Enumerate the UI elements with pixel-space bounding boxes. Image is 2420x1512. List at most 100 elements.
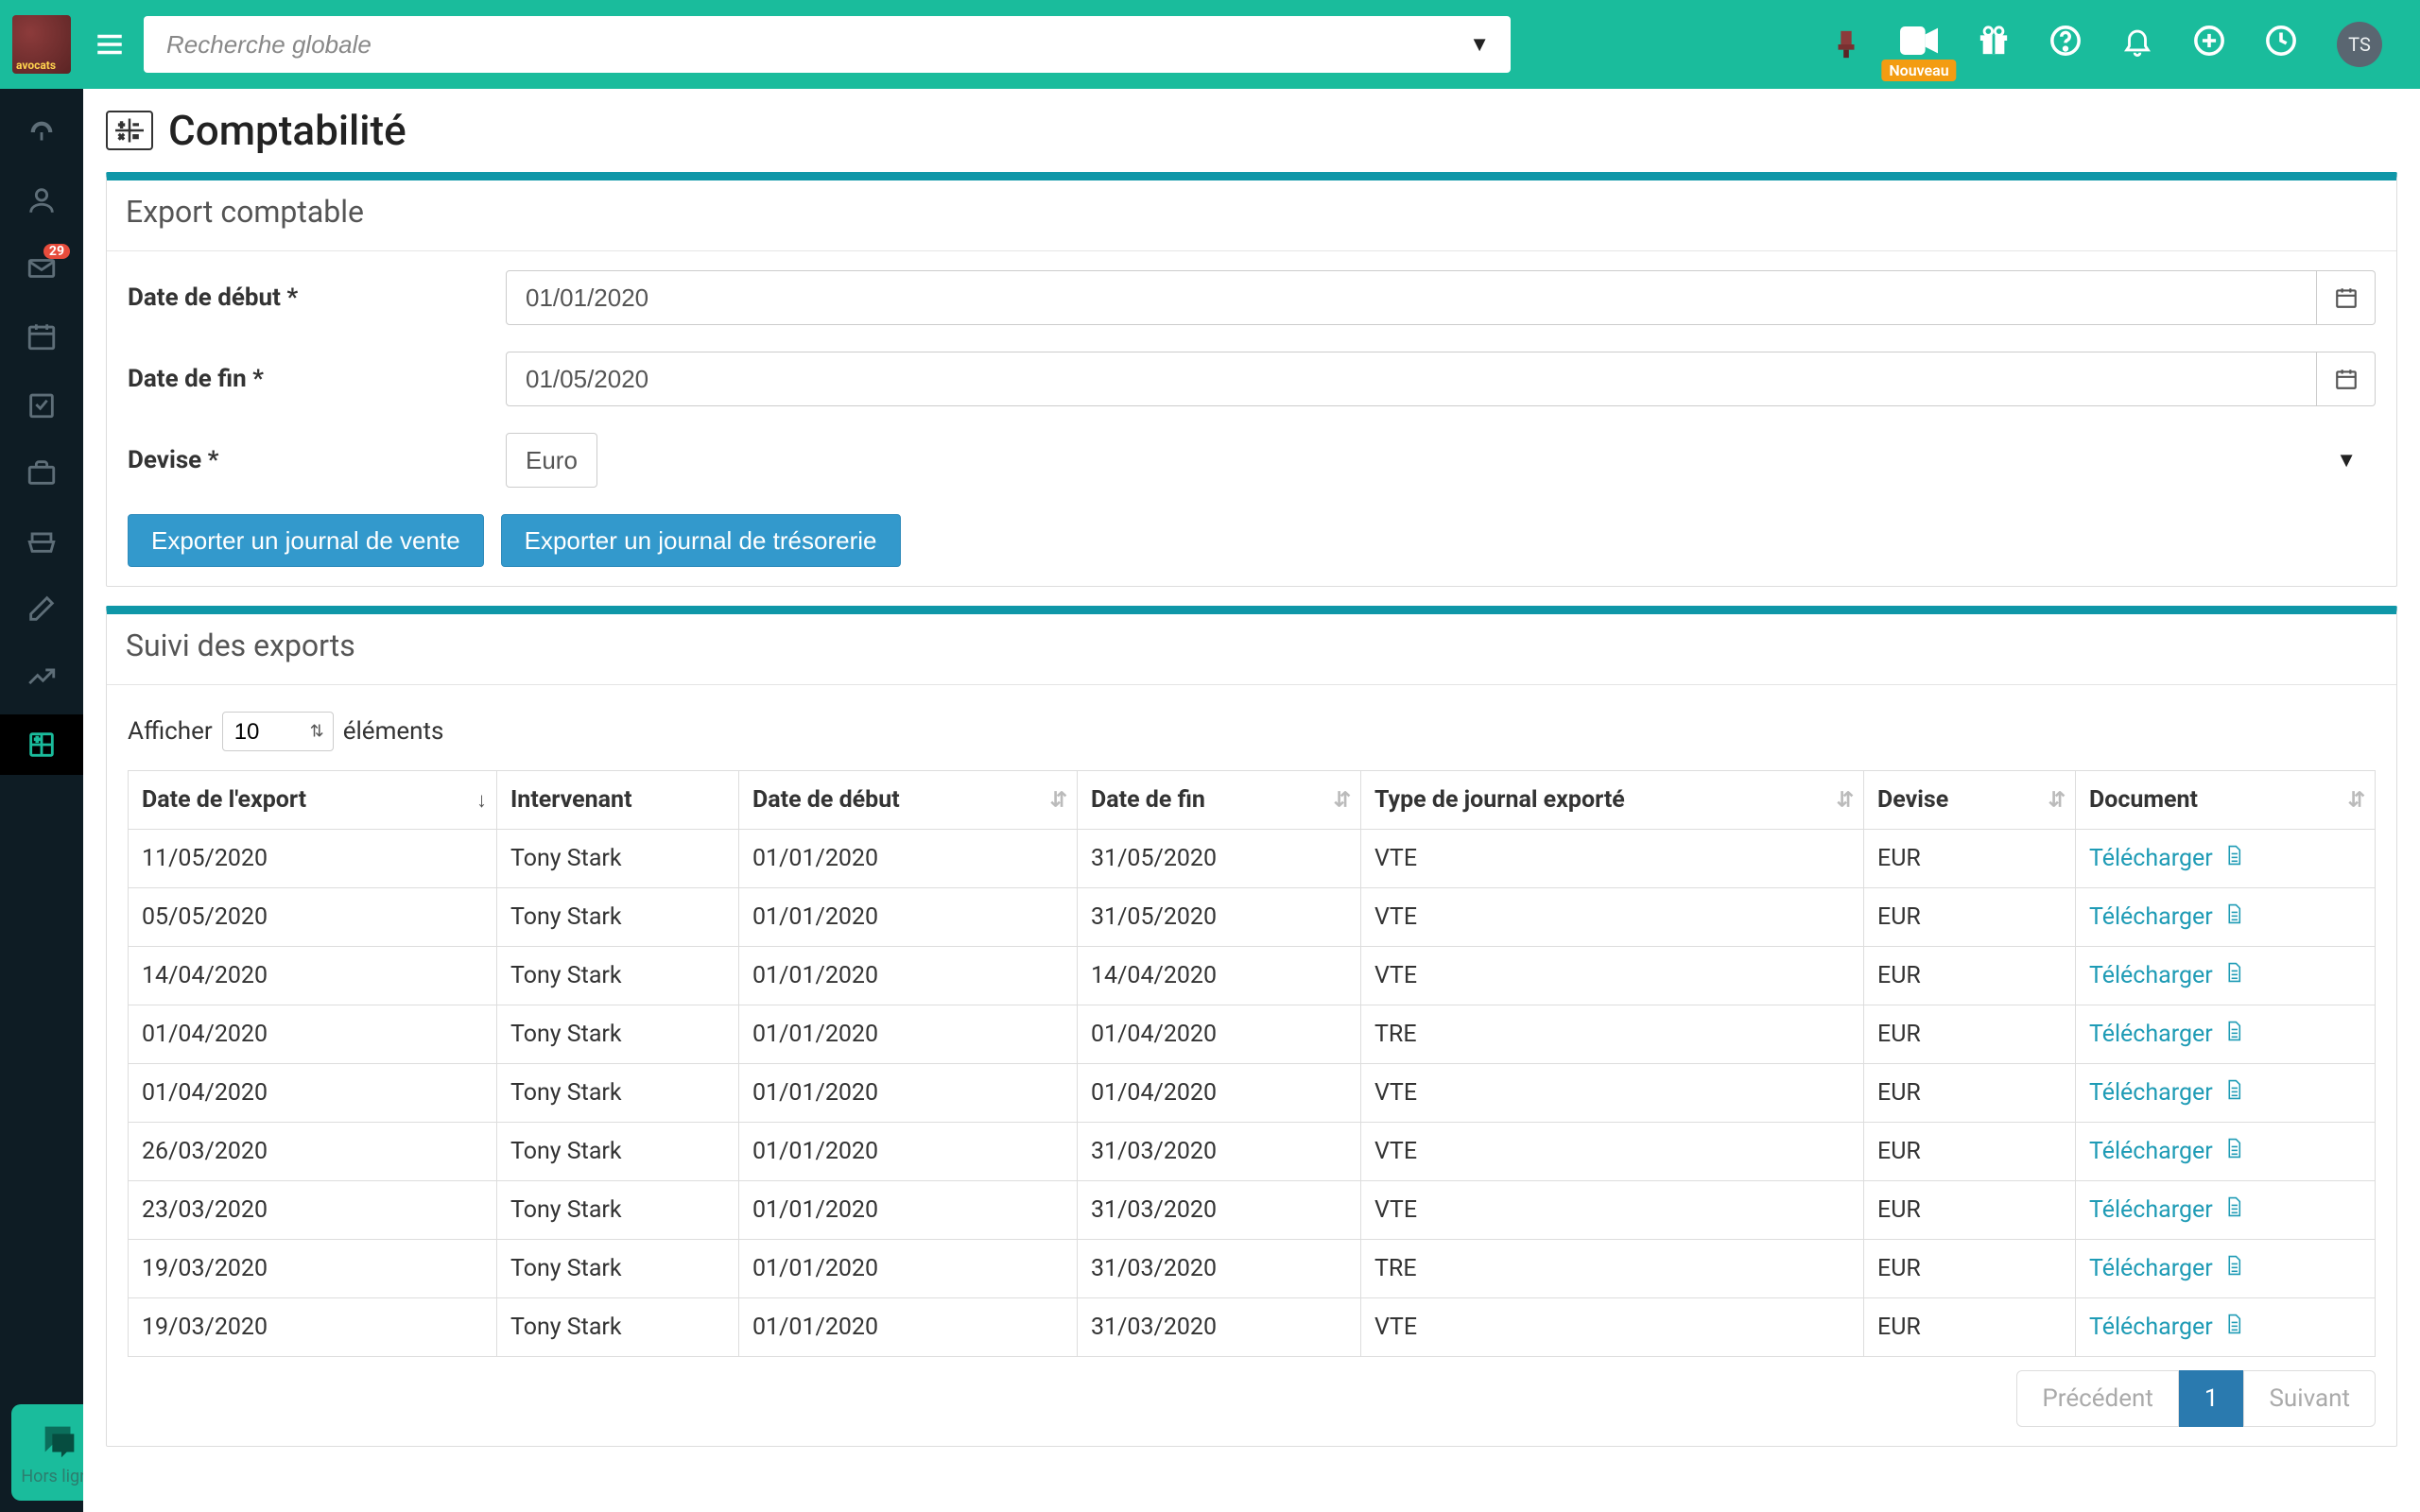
cell-start: 01/01/2020 [739,947,1078,1005]
header-actions: Nouveau TS [1511,22,2420,67]
global-search: ▼ [144,16,1511,73]
col-start[interactable]: Date de début⇵ [739,771,1078,830]
cell-end: 31/05/2020 [1078,830,1361,888]
download-link[interactable]: Télécharger [2089,1196,2243,1224]
app-logo[interactable] [0,0,83,89]
col-intervenant[interactable]: Intervenant [497,771,739,830]
history-icon[interactable] [2265,25,2297,65]
cell-document: Télécharger [2076,1298,2376,1357]
export-panel-title: Export comptable [126,194,2377,230]
cell-end: 01/04/2020 [1078,1064,1361,1123]
nav-mail[interactable]: 29 [0,238,83,299]
cell-document: Télécharger [2076,947,2376,1005]
nav-clients[interactable] [0,170,83,231]
cell-type: VTE [1361,1298,1864,1357]
gift-icon[interactable] [1978,25,2010,65]
cell-intervenant: Tony Stark [497,947,739,1005]
col-currency[interactable]: Devise⇵ [1864,771,2076,830]
cell-intervenant: Tony Stark [497,1298,739,1357]
download-link[interactable]: Télécharger [2089,1021,2243,1048]
start-date-picker-button[interactable] [2317,270,2376,325]
user-avatar[interactable]: TS [2337,22,2382,67]
download-link[interactable]: Télécharger [2089,1138,2243,1165]
cell-start: 01/01/2020 [739,888,1078,947]
cell-document: Télécharger [2076,888,2376,947]
cell-type: VTE [1361,1123,1864,1181]
cell-document: Télécharger [2076,1005,2376,1064]
download-link[interactable]: Télécharger [2089,903,2243,931]
add-icon[interactable] [2193,25,2225,65]
cell-type: TRE [1361,1240,1864,1298]
cell-type: TRE [1361,1005,1864,1064]
bell-icon[interactable] [2121,25,2153,65]
cell-end: 31/03/2020 [1078,1298,1361,1357]
file-icon [2224,1255,2243,1282]
cell-export_date: 05/05/2020 [129,888,497,947]
end-date-picker-button[interactable] [2317,352,2376,406]
cell-intervenant: Tony Stark [497,1005,739,1064]
download-link[interactable]: Télécharger [2089,962,2243,989]
nav-reports[interactable] [0,646,83,707]
table-row: 26/03/2020Tony Stark01/01/202031/03/2020… [129,1123,2376,1181]
download-link[interactable]: Télécharger [2089,1314,2243,1341]
export-panel: Export comptable Date de début * Date de… [106,172,2397,587]
cell-end: 31/03/2020 [1078,1123,1361,1181]
nav-briefcase[interactable] [0,442,83,503]
video-icon[interactable]: Nouveau [1900,26,1938,63]
table-row: 19/03/2020Tony Stark01/01/202031/03/2020… [129,1240,2376,1298]
cell-export_date: 19/03/2020 [129,1298,497,1357]
cell-document: Télécharger [2076,1123,2376,1181]
col-type[interactable]: Type de journal exporté⇵ [1361,771,1864,830]
cell-currency: EUR [1864,888,2076,947]
calendar-icon [2334,285,2359,310]
currency-select[interactable]: Euro [506,433,597,488]
totem-icon[interactable] [1832,28,1860,60]
nav-accounting[interactable]: + [0,714,83,775]
page-title-icon: +−×= [106,111,153,150]
download-link[interactable]: Télécharger [2089,1079,2243,1107]
cell-intervenant: Tony Stark [497,1181,739,1240]
cell-start: 01/01/2020 [739,830,1078,888]
download-link[interactable]: Télécharger [2089,1255,2243,1282]
svg-text:×: × [119,132,124,143]
start-date-label: Date de début * [128,284,506,312]
col-document[interactable]: Document⇵ [2076,771,2376,830]
download-link[interactable]: Télécharger [2089,845,2243,872]
pagination-page-1[interactable]: 1 [2179,1370,2244,1427]
currency-label: Devise * [128,446,506,474]
sort-icon: ⇵ [1837,788,1854,812]
pagination-next[interactable]: Suivant [2243,1370,2376,1427]
cell-export_date: 01/04/2020 [129,1005,497,1064]
end-date-input[interactable] [506,352,2317,406]
pagination-prev[interactable]: Précédent [2016,1370,2178,1427]
sort-icon: ⇵ [1334,788,1351,812]
history-panel-title: Suivi des exports [126,627,2377,663]
sort-desc-icon: ↓ [476,788,487,813]
export-treasury-button[interactable]: Exporter un journal de trésorerie [501,514,901,567]
nouveau-badge: Nouveau [1881,60,1956,81]
nav-edit[interactable] [0,578,83,639]
nav-calendar[interactable] [0,306,83,367]
search-dropdown-caret-icon[interactable]: ▼ [1469,32,1490,57]
cell-document: Télécharger [2076,1064,2376,1123]
file-icon [2224,903,2243,931]
menu-toggle-button[interactable] [83,18,136,71]
cell-currency: EUR [1864,1064,2076,1123]
cell-end: 01/04/2020 [1078,1005,1361,1064]
col-end[interactable]: Date de fin⇵ [1078,771,1361,830]
export-sales-button[interactable]: Exporter un journal de vente [128,514,484,567]
nav-billing[interactable] [0,510,83,571]
cell-intervenant: Tony Stark [497,830,739,888]
col-export-date[interactable]: Date de l'export↓ [129,771,497,830]
help-icon[interactable] [2049,25,2082,65]
search-input[interactable] [166,30,1488,60]
nav-dashboard[interactable] [0,102,83,163]
start-date-input[interactable] [506,270,2317,325]
page-length-select[interactable]: 10 [222,712,334,751]
cell-type: VTE [1361,1064,1864,1123]
table-row: 23/03/2020Tony Stark01/01/202031/03/2020… [129,1181,2376,1240]
nav-tasks[interactable] [0,374,83,435]
mail-badge: 29 [43,244,70,259]
table-row: 11/05/2020Tony Stark01/01/202031/05/2020… [129,830,2376,888]
cell-document: Télécharger [2076,1181,2376,1240]
